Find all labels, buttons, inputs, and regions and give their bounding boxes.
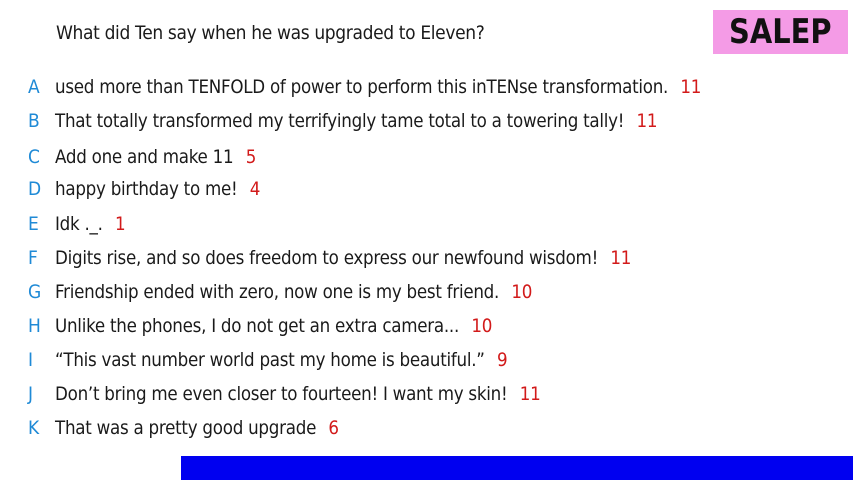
- answer-score: 4: [249, 178, 261, 200]
- answer-text: Digits rise, and so does freedom to expr…: [55, 247, 599, 269]
- answer-text: Add one and make 11: [55, 146, 234, 168]
- answer-line: Digits rise, and so does freedom to expr…: [55, 244, 631, 272]
- answer-text: Unlike the phones, I do not get an extra…: [55, 315, 460, 337]
- answer-letter: I: [28, 349, 34, 371]
- answer-line: used more than TENFOLD of power to perfo…: [55, 73, 701, 101]
- answer-score: 11: [519, 383, 541, 405]
- answer-letter: J: [28, 383, 34, 405]
- answer-letter: F: [28, 247, 38, 269]
- answer-line: Friendship ended with zero, now one is m…: [55, 278, 532, 306]
- answer-row-b: B That totally transformed my terrifying…: [0, 107, 853, 135]
- answer-line: Unlike the phones, I do not get an extra…: [55, 312, 492, 340]
- answer-row-d: D happy birthday to me! 4: [0, 175, 853, 203]
- answer-text: happy birthday to me!: [55, 178, 238, 200]
- answer-text: Idk ._.: [55, 213, 103, 235]
- answer-line: Add one and make 11 5: [55, 143, 256, 171]
- answer-text: That was a pretty good upgrade: [55, 417, 317, 439]
- question-text: What did Ten say when he was upgraded to…: [56, 22, 485, 44]
- answer-text: That totally transformed my terrifyingly…: [55, 110, 625, 132]
- answer-row-i: I “This vast number world past my home i…: [0, 346, 853, 374]
- answer-letter: B: [28, 110, 40, 132]
- answer-letter: A: [28, 76, 40, 98]
- answer-score: 1: [115, 213, 126, 235]
- answer-score: 5: [245, 146, 257, 168]
- answer-row-g: G Friendship ended with zero, now one is…: [0, 278, 853, 306]
- answer-line: happy birthday to me! 4: [55, 175, 260, 203]
- answer-line: Don’t bring me even closer to fourteen! …: [55, 380, 541, 408]
- answer-score: 9: [497, 349, 508, 371]
- answer-line: That totally transformed my terrifyingly…: [55, 107, 658, 135]
- answer-score: 10: [511, 281, 533, 303]
- answer-score: 11: [610, 247, 632, 269]
- logo-text: SALEP: [729, 12, 832, 52]
- answer-text: Don’t bring me even closer to fourteen! …: [55, 383, 508, 405]
- answer-score: 10: [471, 315, 493, 337]
- answer-line: That was a pretty good upgrade 6: [55, 414, 339, 442]
- answer-score: 11: [636, 110, 658, 132]
- answer-letter: G: [28, 281, 42, 303]
- answer-row-k: K That was a pretty good upgrade 6: [0, 414, 853, 442]
- answer-line: “This vast number world past my home is …: [55, 346, 508, 374]
- answer-row-f: F Digits rise, and so does freedom to ex…: [0, 244, 853, 272]
- answer-letter: D: [28, 178, 42, 200]
- answer-score: 6: [328, 417, 339, 439]
- bottom-blue-bar: [181, 456, 853, 480]
- answer-score: 11: [680, 76, 702, 98]
- answer-row-j: J Don’t bring me even closer to fourteen…: [0, 380, 853, 408]
- answer-letter: K: [28, 417, 40, 439]
- answer-row-e: E Idk ._. 1: [0, 210, 853, 238]
- answer-text: Friendship ended with zero, now one is m…: [55, 281, 500, 303]
- answer-letter: C: [28, 146, 40, 168]
- answer-text: “This vast number world past my home is …: [55, 349, 485, 371]
- answer-line: Idk ._. 1: [55, 210, 126, 238]
- answer-row-a: A used more than TENFOLD of power to per…: [0, 73, 853, 101]
- answer-row-h: H Unlike the phones, I do not get an ext…: [0, 312, 853, 340]
- answer-text: used more than TENFOLD of power to perfo…: [55, 76, 669, 98]
- salep-logo: SALEP: [713, 10, 848, 54]
- answer-letter: E: [28, 213, 39, 235]
- answer-letter: H: [28, 315, 41, 337]
- answer-row-c: C Add one and make 11 5: [0, 143, 853, 171]
